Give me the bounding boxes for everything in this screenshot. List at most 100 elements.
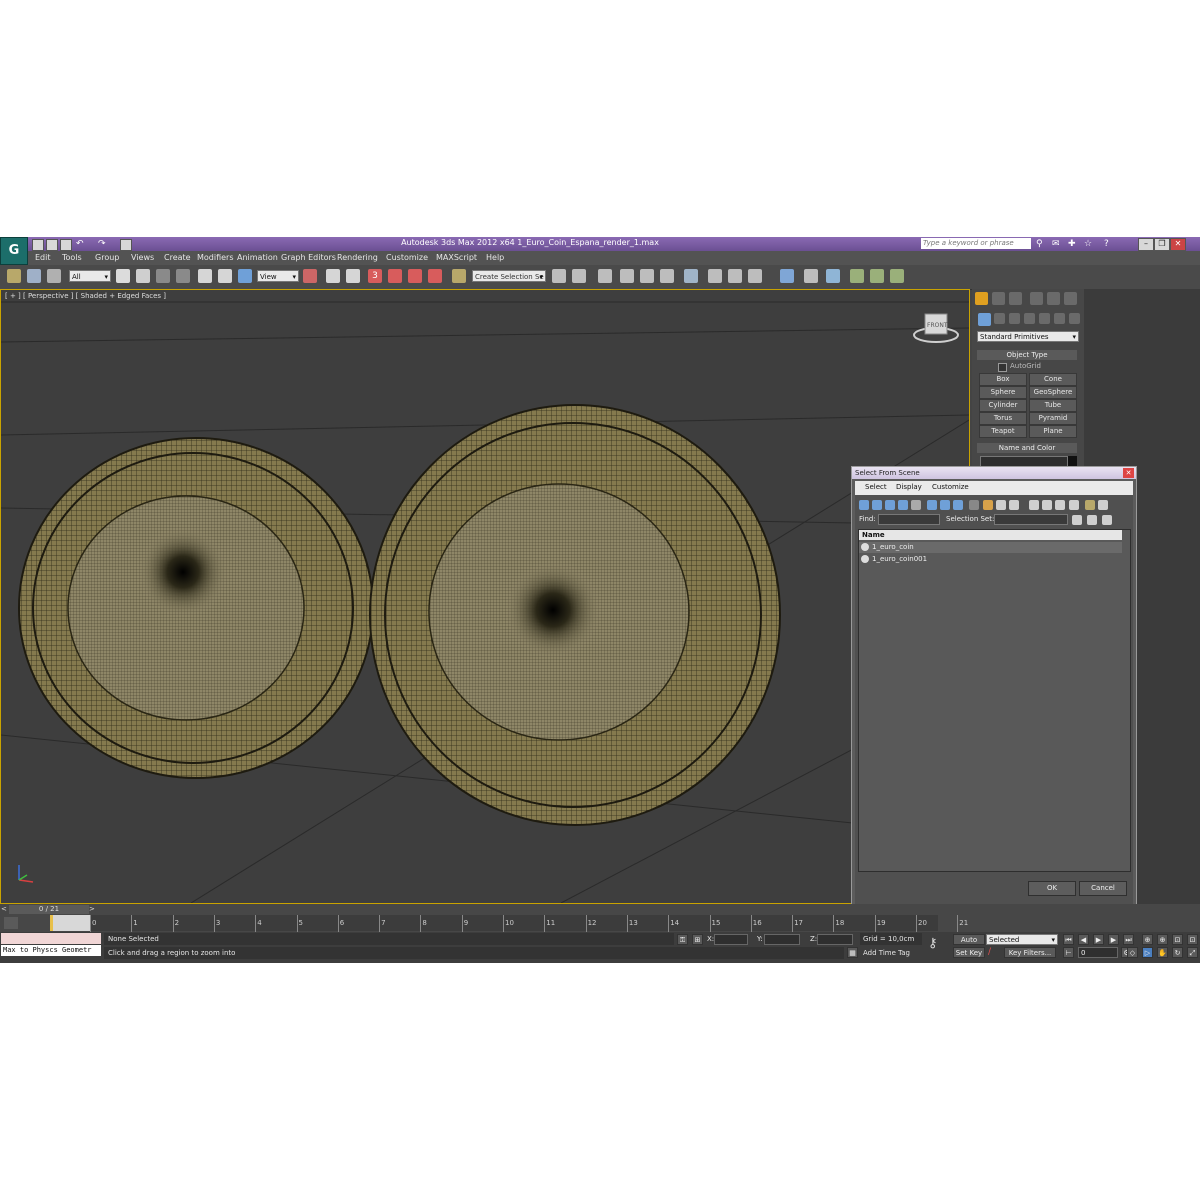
systems-icon[interactable]	[1069, 313, 1080, 324]
motion-tab-icon[interactable]	[1030, 292, 1043, 305]
filter-helpers-icon[interactable]	[911, 500, 921, 510]
filter-spacewarps-icon[interactable]	[927, 500, 937, 510]
primitive-category-dropdown[interactable]: Standard Primitives	[977, 331, 1079, 342]
cone-button[interactable]: Cone	[1029, 373, 1077, 386]
render-production-icon[interactable]	[748, 269, 762, 283]
hierarchy-tab-icon[interactable]	[1009, 292, 1022, 305]
sort-icon[interactable]	[1029, 500, 1039, 510]
name-and-color-rollout[interactable]: Name and Color	[977, 443, 1077, 453]
communication-icon[interactable]: ✉	[1052, 239, 1060, 249]
select-manipulate-icon[interactable]	[326, 269, 340, 283]
menu-customize[interactable]: Customize	[386, 253, 428, 262]
menu-rendering[interactable]: Rendering	[337, 253, 378, 262]
graphite-tools-icon[interactable]	[620, 269, 634, 283]
menu-help[interactable]: Help	[486, 253, 504, 262]
ok-button[interactable]: OK	[1028, 881, 1076, 896]
dialog-menu-customize[interactable]: Customize	[932, 483, 969, 491]
restore-button[interactable]: ❐	[1154, 238, 1170, 251]
set-key-icon[interactable]: ⚷	[928, 936, 948, 952]
layer-view-icon[interactable]	[1055, 500, 1065, 510]
display-invert-icon[interactable]	[1009, 500, 1019, 510]
tube-button[interactable]: Tube	[1029, 399, 1077, 412]
extra-tool-3-icon[interactable]	[826, 269, 840, 283]
render-setup-icon[interactable]	[708, 269, 722, 283]
filter-shapes-icon[interactable]	[872, 500, 882, 510]
z-coordinate-field[interactable]	[817, 934, 853, 945]
select-object-icon[interactable]	[116, 269, 130, 283]
name-column-header[interactable]: Name	[859, 530, 1122, 540]
geosphere-button[interactable]: GeoSphere	[1029, 386, 1077, 399]
list-view-icon[interactable]	[1069, 500, 1079, 510]
selection-set-options-icon[interactable]	[1102, 515, 1112, 525]
select-and-link-icon[interactable]	[7, 269, 21, 283]
minimize-button[interactable]: –	[1138, 238, 1154, 251]
cameras-icon[interactable]	[1024, 313, 1035, 324]
timeline-track[interactable]: 0 1 2 3 4 5 6 7 8 9 10 11 12 13 14 15 16 17 18 19 20 21	[50, 915, 968, 935]
schematic-view-icon[interactable]	[660, 269, 674, 283]
selection-set-add-icon[interactable]	[1072, 515, 1082, 525]
filter-icon[interactable]	[1085, 500, 1095, 510]
geometry-icon[interactable]	[978, 313, 991, 326]
extra-tool-4-icon[interactable]	[850, 269, 864, 283]
scale-icon[interactable]	[238, 269, 252, 283]
previous-frame-icon[interactable]: ◀	[1078, 934, 1089, 945]
selection-filter-dropdown[interactable]: All	[69, 270, 111, 283]
menu-graph-editors[interactable]: Graph Editors	[281, 253, 336, 262]
next-frame-icon[interactable]: ▶	[1108, 934, 1119, 945]
dialog-menu-select[interactable]: Select	[865, 483, 887, 491]
bind-space-warp-icon[interactable]	[47, 269, 61, 283]
helpers-icon[interactable]	[1039, 313, 1050, 324]
rendered-frame-window-icon[interactable]	[728, 269, 742, 283]
reference-coordinate-dropdown[interactable]: View	[257, 270, 299, 283]
rotate-icon[interactable]	[218, 269, 232, 283]
snaps-toggle-icon[interactable]: 3	[368, 269, 382, 283]
curve-editor-icon[interactable]	[640, 269, 654, 283]
pan-view-icon[interactable]: ✋	[1157, 947, 1168, 958]
extra-tool-2-icon[interactable]	[804, 269, 818, 283]
pyramid-button[interactable]: Pyramid	[1029, 412, 1077, 425]
y-coordinate-field[interactable]	[764, 934, 800, 945]
mini-curve-editor-icon[interactable]	[4, 917, 18, 929]
menu-views[interactable]: Views	[131, 253, 154, 262]
teapot-button[interactable]: Teapot	[979, 425, 1027, 438]
star-icon[interactable]: ☆	[1084, 239, 1092, 249]
menu-tools[interactable]: Tools	[62, 253, 82, 262]
orbit-icon[interactable]: ↻	[1172, 947, 1183, 958]
add-time-tag[interactable]: Add Time Tag	[863, 949, 910, 957]
lights-icon[interactable]	[1009, 313, 1020, 324]
filter-cameras-icon[interactable]	[898, 500, 908, 510]
menu-animation[interactable]: Animation	[237, 253, 278, 262]
window-crossing-icon[interactable]	[176, 269, 190, 283]
app-logo-icon[interactable]: G	[0, 237, 28, 265]
layer-manager-icon[interactable]	[598, 269, 612, 283]
menu-maxscript[interactable]: MAXScript	[436, 253, 477, 262]
key-filter-icon[interactable]: ∕	[988, 947, 1002, 958]
cancel-button[interactable]: Cancel	[1079, 881, 1127, 896]
field-of-view-icon[interactable]: ◇	[1127, 947, 1138, 958]
torus-button[interactable]: Torus	[979, 412, 1027, 425]
time-slider-prev-icon[interactable]: <	[1, 905, 9, 914]
set-key-button[interactable]: Set Key	[953, 947, 985, 958]
list-item[interactable]: 1_euro_coin	[859, 542, 1122, 553]
dialog-menu-display[interactable]: Display	[896, 483, 922, 491]
zoom-region-icon[interactable]: ▷	[1142, 947, 1153, 958]
x-coordinate-field[interactable]	[714, 934, 748, 945]
material-editor-icon[interactable]	[684, 269, 698, 283]
key-mode-dropdown[interactable]: Selected	[986, 934, 1058, 945]
selection-set-remove-icon[interactable]	[1087, 515, 1097, 525]
maximize-viewport-icon[interactable]: ⤢	[1187, 947, 1198, 958]
named-selection-dropdown[interactable]: Create Selection Se	[472, 270, 546, 283]
filter-lights-icon[interactable]	[885, 500, 895, 510]
find-input[interactable]	[878, 514, 940, 525]
current-frame-field[interactable]: 0	[1078, 947, 1118, 958]
extra-tool-1-icon[interactable]	[780, 269, 794, 283]
utilities-tab-icon[interactable]	[1064, 292, 1077, 305]
move-icon[interactable]	[198, 269, 212, 283]
advanced-filter-icon[interactable]	[1098, 500, 1108, 510]
percent-snap-icon[interactable]	[408, 269, 422, 283]
zoom-extents-all-icon[interactable]: ⊡	[1187, 934, 1198, 945]
zoom-icon[interactable]: ⊕	[1142, 934, 1153, 945]
unlink-icon[interactable]	[27, 269, 41, 283]
plane-button[interactable]: Plane	[1029, 425, 1077, 438]
extra-tool-6-icon[interactable]	[890, 269, 904, 283]
